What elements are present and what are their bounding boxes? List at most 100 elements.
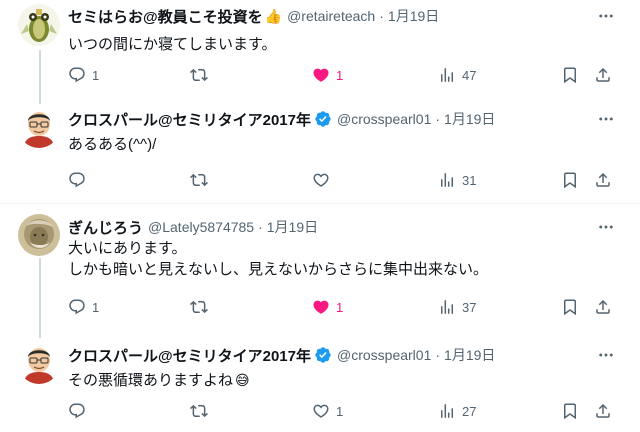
thumbs-up-emoji: 👍 [264, 8, 283, 24]
bookmark-button[interactable] [561, 63, 579, 87]
share-button[interactable] [594, 168, 612, 192]
more-icon[interactable] [596, 109, 616, 129]
tweet-date[interactable]: 1月19日 [388, 6, 439, 26]
reply-icon [68, 402, 86, 420]
user-handle[interactable]: @retaireteach [287, 8, 375, 24]
more-icon[interactable] [596, 217, 616, 237]
user-handle[interactable]: @crosspearl01 [337, 111, 431, 127]
heart-icon [312, 402, 330, 420]
share-icon [594, 402, 612, 420]
tweet-text: その悪循環ありますよね 😅 [68, 370, 250, 391]
heart-icon [312, 66, 330, 84]
reply-button[interactable] [68, 399, 92, 423]
views-icon [438, 402, 456, 420]
share-icon [594, 66, 612, 84]
bookmark-icon [561, 66, 579, 84]
reply-button[interactable] [68, 168, 92, 192]
sweat-smile-emoji: 😅 [235, 372, 250, 388]
retweet-button[interactable] [190, 399, 214, 423]
reply-button[interactable]: 1 [68, 63, 99, 87]
like-count: 1 [336, 67, 344, 83]
retweet-icon [190, 66, 208, 84]
bookmark-icon [561, 298, 579, 316]
tweet-2[interactable]: クロスパール@セミリタイア2017年 @crosspearl01 · 1月19日… [0, 98, 640, 202]
view-count: 27 [462, 403, 477, 419]
retweet-icon [190, 402, 208, 420]
views-icon [438, 171, 456, 189]
tweet-date[interactable]: 1月19日 [267, 217, 318, 237]
tweet-actions: 1 27 [62, 399, 622, 423]
views-button[interactable]: 31 [438, 168, 476, 192]
views-icon [438, 298, 456, 316]
bookmark-button[interactable] [561, 168, 579, 192]
view-count: 31 [462, 172, 477, 188]
more-icon[interactable] [596, 6, 616, 26]
tweet-text: あるある(^^)/ [68, 136, 157, 153]
share-icon [594, 298, 612, 316]
share-icon [594, 171, 612, 189]
display-name[interactable]: クロスパール@セミリタイア2017年 [68, 109, 311, 130]
tweet-actions: 1 1 47 [62, 63, 622, 87]
reply-count: 1 [92, 299, 100, 315]
user-handle[interactable]: @Lately5874785 [148, 219, 254, 235]
reply-icon [68, 298, 86, 316]
share-button[interactable] [594, 295, 612, 319]
tweet-text: 大いにあります。 しかも暗いと見えないし、見えないからさらに集中出来ない。 [68, 238, 488, 280]
retweet-button[interactable] [190, 295, 214, 319]
reply-icon [68, 66, 86, 84]
bookmark-icon [561, 402, 579, 420]
tweet-separator [0, 203, 640, 204]
like-button[interactable]: 1 [312, 63, 343, 87]
avatar[interactable] [18, 106, 60, 148]
views-button[interactable]: 47 [438, 63, 476, 87]
tweet-text-content: その悪循環ありますよね [68, 372, 234, 389]
avatar[interactable] [18, 214, 60, 256]
heart-icon [312, 171, 330, 189]
like-button[interactable] [312, 168, 336, 192]
like-button[interactable]: 1 [312, 295, 343, 319]
tweet-3[interactable]: ぎんじろう @Lately5874785 · 1月19日 大いにあります。 しか… [0, 206, 640, 330]
bookmark-button[interactable] [561, 399, 579, 423]
like-count: 1 [336, 299, 344, 315]
tweet-header: クロスパール@セミリタイア2017年 @crosspearl01 · 1月19日 [68, 109, 495, 129]
views-icon [438, 66, 456, 84]
display-name[interactable]: セミはらお@教員こそ投資を [68, 6, 263, 27]
more-icon[interactable] [596, 345, 616, 365]
bookmark-icon [561, 171, 579, 189]
separator-dot: · [258, 219, 263, 235]
retweet-icon [190, 298, 208, 316]
share-button[interactable] [594, 63, 612, 87]
retweet-button[interactable] [190, 63, 214, 87]
separator-dot: · [435, 347, 441, 363]
display-name[interactable]: クロスパール@セミリタイア2017年 [68, 345, 311, 366]
tweet-date[interactable]: 1月19日 [444, 345, 495, 365]
views-button[interactable]: 37 [438, 295, 476, 319]
tweet-header: セミはらお@教員こそ投資を 👍 @retaireteach · 1月19日 [68, 6, 439, 26]
verified-badge-icon [314, 110, 332, 128]
separator-dot: · [435, 111, 441, 127]
view-count: 47 [462, 67, 477, 83]
tweet-actions: 31 [62, 168, 622, 192]
views-button[interactable]: 27 [438, 399, 476, 423]
user-handle[interactable]: @crosspearl01 [337, 347, 431, 363]
bookmark-button[interactable] [561, 295, 579, 319]
reply-button[interactable]: 1 [68, 295, 99, 319]
tweet-text: いつの間にか寝てしまいます。 [68, 36, 277, 53]
share-button[interactable] [594, 399, 612, 423]
retweet-button[interactable] [190, 168, 214, 192]
avatar[interactable] [18, 342, 60, 384]
tweet-1[interactable]: セミはらお@教員こそ投資を 👍 @retaireteach · 1月19日 いつ… [0, 0, 640, 98]
avatar[interactable] [18, 4, 60, 46]
tweet-header: クロスパール@セミリタイア2017年 @crosspearl01 · 1月19日 [68, 345, 495, 365]
reply-count: 1 [92, 67, 100, 83]
tweet-text-line-2: しかも暗いと見えないし、見えないからさらに集中出来ない。 [68, 261, 489, 278]
tweet-date[interactable]: 1月19日 [444, 109, 495, 129]
tweet-4[interactable]: クロスパール@セミリタイア2017年 @crosspearl01 · 1月19日… [0, 330, 640, 432]
verified-badge-icon [314, 346, 332, 364]
tweet-text-line-1: 大いにあります。 [68, 240, 187, 257]
retweet-icon [190, 171, 208, 189]
like-button[interactable]: 1 [312, 399, 343, 423]
tweet-header: ぎんじろう @Lately5874785 · 1月19日 [68, 217, 318, 237]
display-name[interactable]: ぎんじろう [68, 217, 143, 238]
reply-icon [68, 171, 86, 189]
